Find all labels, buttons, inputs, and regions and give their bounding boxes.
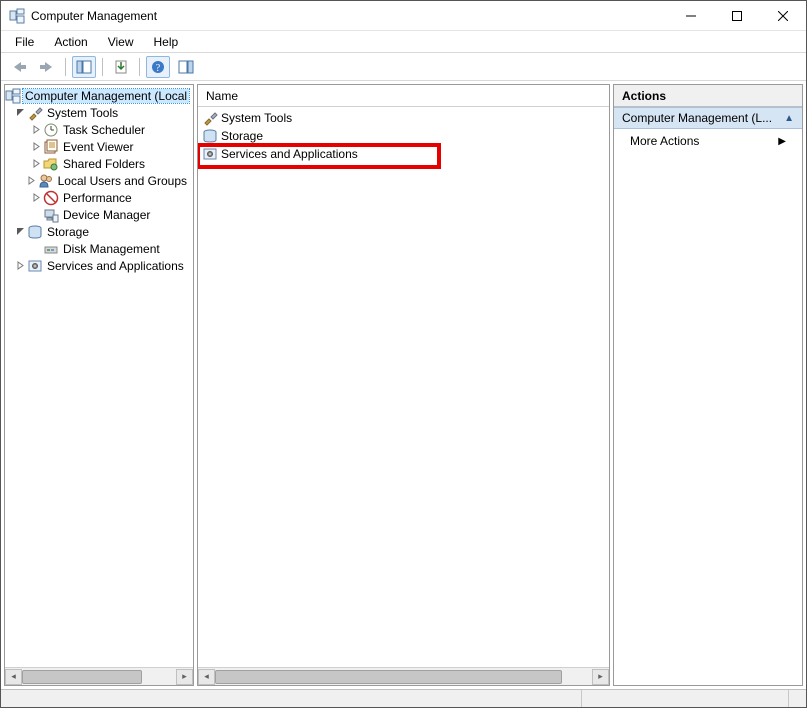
list-item-label: Services and Applications [221, 147, 358, 161]
tree-node-performance[interactable]: Performance [5, 189, 193, 206]
list-item-services-applications[interactable]: Services and Applications [198, 145, 609, 163]
menu-view[interactable]: View [100, 33, 142, 51]
device-manager-icon [43, 207, 59, 223]
tree-node-label: Storage [45, 225, 91, 239]
back-button[interactable] [7, 56, 31, 78]
svg-text:?: ? [156, 63, 161, 74]
list-column-header-name[interactable]: Name [198, 85, 609, 107]
chevron-right-icon: ▶ [778, 136, 786, 147]
expand-icon[interactable] [29, 191, 43, 205]
shared-folders-icon [43, 156, 59, 172]
computer-management-icon [5, 88, 21, 104]
no-expand-icon [29, 208, 43, 222]
chevron-up-icon: ▲ [784, 113, 794, 124]
show-hide-action-pane-button[interactable] [174, 56, 198, 78]
actions-pane: Actions Computer Management (L... ▲ More… [613, 84, 803, 686]
clock-icon [43, 122, 59, 138]
collapse-icon[interactable] [13, 106, 27, 120]
disk-management-icon [43, 241, 59, 257]
navigation-tree[interactable]: Computer Management (Local System Tools [5, 85, 193, 667]
actions-section-computer-management[interactable]: Computer Management (L... ▲ [614, 107, 802, 129]
tree-node-storage[interactable]: Storage [5, 223, 193, 240]
show-hide-tree-button[interactable] [72, 56, 96, 78]
services-applications-icon [27, 258, 43, 274]
menubar: File Action View Help [1, 31, 806, 53]
close-button[interactable] [760, 1, 806, 31]
tree-node-label: Local Users and Groups [56, 174, 189, 188]
scroll-left-icon[interactable]: ◂ [198, 669, 215, 685]
system-tools-icon [27, 105, 43, 121]
scroll-right-icon[interactable]: ▸ [176, 669, 193, 685]
collapse-icon[interactable] [13, 225, 27, 239]
list-body[interactable]: System Tools Storage Services and Applic… [198, 107, 609, 667]
list-item-label: Storage [221, 129, 263, 143]
toolbar: ? [1, 53, 806, 81]
forward-button[interactable] [35, 56, 59, 78]
toolbar-separator [102, 58, 103, 76]
storage-icon [202, 128, 218, 144]
system-tools-icon [202, 110, 218, 126]
tree-node-label: Task Scheduler [61, 123, 147, 137]
scroll-right-icon[interactable]: ▸ [592, 669, 609, 685]
list-pane: Name System Tools Storage Services and A… [197, 84, 610, 686]
toolbar-separator [139, 58, 140, 76]
minimize-button[interactable] [668, 1, 714, 31]
help-button[interactable]: ? [146, 56, 170, 78]
actions-pane-header: Actions [614, 85, 802, 107]
tree-node-label: Shared Folders [61, 157, 147, 171]
tree-node-label: Performance [61, 191, 134, 205]
expand-icon[interactable] [26, 174, 38, 188]
window-title: Computer Management [31, 9, 668, 23]
tree-node-services-applications[interactable]: Services and Applications [5, 257, 193, 274]
titlebar[interactable]: Computer Management [1, 1, 806, 31]
users-icon [38, 173, 54, 189]
tree-node-task-scheduler[interactable]: Task Scheduler [5, 121, 193, 138]
actions-item-label: More Actions [630, 134, 699, 148]
list-horizontal-scrollbar[interactable]: ◂ ▸ [198, 667, 609, 685]
expand-icon[interactable] [29, 157, 43, 171]
scroll-left-icon[interactable]: ◂ [5, 669, 22, 685]
toolbar-separator [65, 58, 66, 76]
tree-node-label: System Tools [45, 106, 120, 120]
expand-icon[interactable] [29, 140, 43, 154]
app-icon [9, 8, 25, 24]
tree-pane: Computer Management (Local System Tools [4, 84, 194, 686]
statusbar [1, 689, 806, 707]
tree-node-disk-management[interactable]: Disk Management [5, 240, 193, 257]
list-item-system-tools[interactable]: System Tools [198, 109, 609, 127]
tree-node-label: Services and Applications [45, 259, 186, 273]
tree-node-label: Disk Management [61, 242, 162, 256]
storage-icon [27, 224, 43, 240]
tree-node-label: Device Manager [61, 208, 152, 222]
actions-item-more-actions[interactable]: More Actions ▶ [614, 129, 802, 153]
tree-node-device-manager[interactable]: Device Manager [5, 206, 193, 223]
list-item-label: System Tools [221, 111, 292, 125]
tree-horizontal-scrollbar[interactable]: ◂ ▸ [5, 667, 193, 685]
export-list-button[interactable] [109, 56, 133, 78]
menu-help[interactable]: Help [146, 33, 187, 51]
maximize-button[interactable] [714, 1, 760, 31]
menu-action[interactable]: Action [46, 33, 95, 51]
tree-node-event-viewer[interactable]: Event Viewer [5, 138, 193, 155]
tree-node-shared-folders[interactable]: Shared Folders [5, 155, 193, 172]
performance-icon [43, 190, 59, 206]
tree-node-label: Computer Management (Local [23, 89, 189, 103]
tree-node-system-tools[interactable]: System Tools [5, 104, 193, 121]
main-area: Computer Management (Local System Tools [1, 81, 806, 689]
actions-section-label: Computer Management (L... [622, 111, 772, 125]
no-expand-icon [29, 242, 43, 256]
tree-node-local-users-groups[interactable]: Local Users and Groups [5, 172, 193, 189]
tree-node-label: Event Viewer [61, 140, 135, 154]
list-item-storage[interactable]: Storage [198, 127, 609, 145]
expand-icon[interactable] [13, 259, 27, 273]
event-viewer-icon [43, 139, 59, 155]
menu-file[interactable]: File [7, 33, 42, 51]
expand-icon[interactable] [29, 123, 43, 137]
tree-node-computer-management[interactable]: Computer Management (Local [5, 87, 193, 104]
services-applications-icon [202, 146, 218, 162]
